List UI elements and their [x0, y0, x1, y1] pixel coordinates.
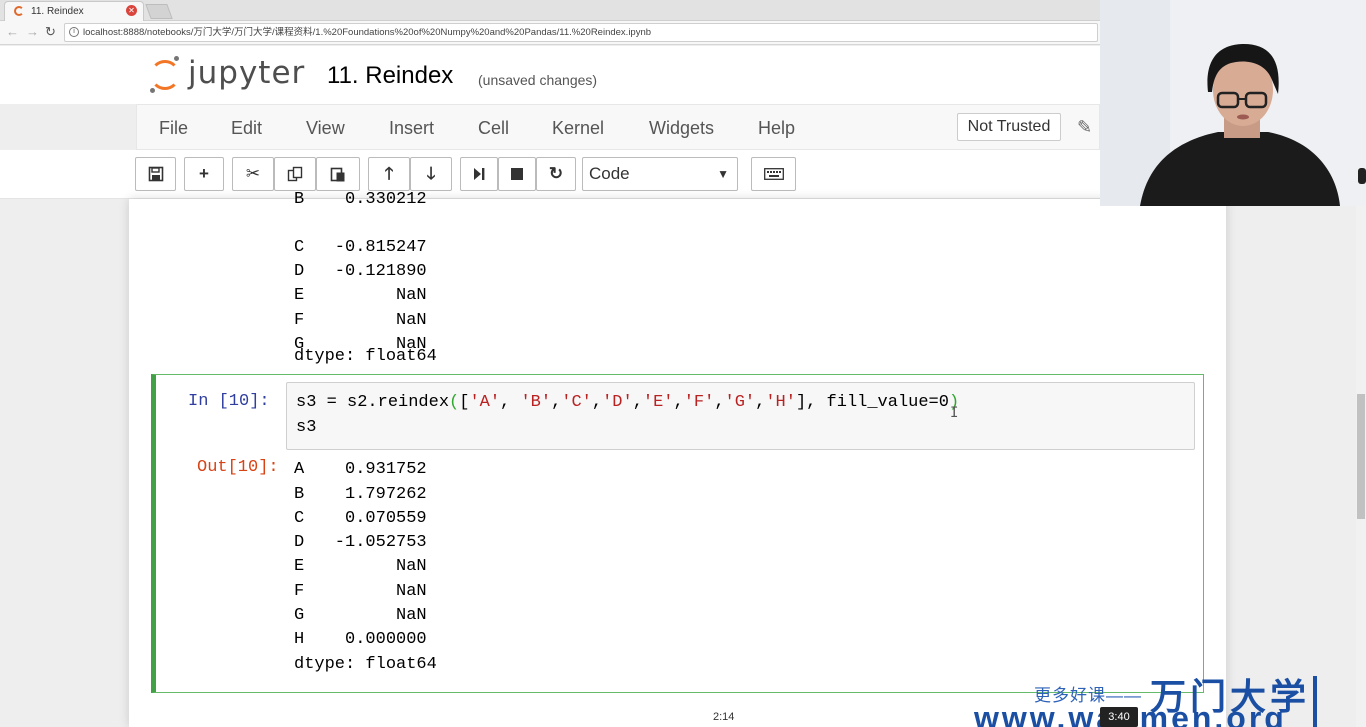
notebook-title[interactable]: 11. Reindex — [327, 62, 453, 90]
output-line: A 0.931752 — [294, 460, 427, 479]
command-palette-button[interactable] — [751, 157, 796, 191]
menu-edit[interactable]: Edit — [231, 118, 262, 139]
code-line-1: s3 = s2.reindex(['A', 'B','C','D','E','F… — [296, 393, 960, 412]
output-line: G NaN — [294, 606, 427, 625]
arrow-down-icon: 🡓 — [426, 164, 436, 183]
address-bar-row: ← → ↻ i localhost:8888/notebooks/万门大学/万门… — [0, 21, 1100, 45]
jupyter-logo-icon[interactable] — [148, 54, 182, 94]
stop-icon — [511, 168, 523, 180]
browser-tab[interactable]: 11. Reindex ✕ — [4, 1, 144, 21]
output-line: F NaN — [294, 311, 427, 330]
copy-button[interactable] — [274, 157, 316, 191]
jupyter-brand[interactable]: jupyter — [188, 55, 305, 91]
interrupt-button[interactable] — [498, 157, 536, 191]
scrollbar-thumb[interactable] — [1357, 394, 1365, 519]
output-line: C -0.815247 — [294, 238, 427, 257]
move-down-button[interactable]: 🡓 — [410, 157, 452, 191]
watermark-divider — [1313, 676, 1317, 727]
paste-icon — [330, 167, 345, 182]
text-cursor-icon: I — [950, 405, 959, 421]
output-line: H 0.000000 — [294, 630, 427, 649]
info-icon[interactable]: i — [69, 27, 79, 37]
not-trusted-button[interactable]: Not Trusted — [957, 113, 1061, 141]
output-line: F NaN — [294, 582, 427, 601]
input-prompt: In [10]: — [188, 392, 270, 411]
run-button[interactable] — [460, 157, 498, 191]
copy-icon — [287, 166, 303, 182]
edit-pencil-icon[interactable]: ✎ — [1077, 117, 1092, 138]
arrow-up-icon: 🡑 — [384, 164, 394, 183]
output-line: E NaN — [294, 286, 427, 305]
output-line: D -1.052753 — [294, 533, 427, 552]
toolbar: + ✂ 🡑 🡓 ↻ Code ▼ — [0, 150, 1100, 199]
jupyter-header: jupyter 11. Reindex (unsaved changes) — [0, 46, 1100, 104]
webcam-overlay — [1100, 0, 1366, 206]
video-current-time: 2:14 — [713, 711, 735, 723]
menubar: File Edit View Insert Cell Kernel Widget… — [136, 104, 1100, 150]
menu-view[interactable]: View — [306, 118, 345, 139]
menu-widgets[interactable]: Widgets — [649, 118, 714, 139]
cut-button[interactable]: ✂ — [232, 157, 274, 191]
output-prompt: Out[10]: — [197, 458, 279, 477]
output-line: C 0.070559 — [294, 509, 427, 528]
output-line: dtype: float64 — [294, 347, 437, 366]
save-status: (unsaved changes) — [478, 72, 598, 88]
menu-cell[interactable]: Cell — [478, 118, 509, 139]
cell-type-select[interactable]: Code ▼ — [582, 157, 738, 191]
presenter-illustration — [1100, 0, 1366, 206]
dropdown-caret-icon: ▼ — [717, 167, 729, 181]
menu-file[interactable]: File — [159, 118, 188, 139]
insert-cell-button[interactable]: + — [184, 157, 224, 191]
output-line: B 1.797262 — [294, 485, 427, 504]
paste-button[interactable] — [316, 157, 360, 191]
code-line-2: s3 — [296, 418, 317, 437]
output-line: D -0.121890 — [294, 262, 427, 281]
loading-spinner-icon — [14, 6, 24, 16]
forward-arrow-icon[interactable]: → — [26, 24, 39, 39]
browser-tab-bar: 11. Reindex ✕ — [0, 0, 1100, 21]
back-arrow-icon[interactable]: ← — [6, 24, 19, 39]
restart-icon: ↻ — [548, 164, 564, 183]
plus-icon: + — [199, 164, 209, 183]
output-line: dtype: float64 — [294, 655, 437, 674]
video-duration-badge: 3:40 — [1100, 707, 1138, 727]
reload-icon[interactable]: ↻ — [45, 24, 56, 40]
keyboard-icon — [763, 168, 784, 180]
url-field[interactable]: i localhost:8888/notebooks/万门大学/万门大学/课程资… — [64, 23, 1098, 42]
save-button[interactable] — [135, 157, 176, 191]
step-forward-icon — [474, 168, 485, 180]
restart-kernel-button[interactable]: ↻ — [536, 157, 576, 191]
output-line: B 0.330212 — [294, 190, 427, 209]
menu-insert[interactable]: Insert — [389, 118, 434, 139]
menu-kernel[interactable]: Kernel — [552, 118, 604, 139]
code-editor[interactable]: s3 = s2.reindex(['A', 'B','C','D','E','F… — [286, 382, 1195, 450]
new-tab-button[interactable] — [145, 4, 173, 19]
close-tab-icon[interactable]: ✕ — [126, 5, 137, 16]
move-up-button[interactable]: 🡑 — [368, 157, 410, 191]
cell-type-value: Code — [589, 164, 630, 183]
menu-help[interactable]: Help — [758, 118, 795, 139]
save-icon — [148, 166, 163, 182]
scissors-icon: ✂ — [245, 164, 261, 183]
output-line: E NaN — [294, 557, 427, 576]
tab-title: 11. Reindex — [31, 6, 84, 17]
url-text: localhost:8888/notebooks/万门大学/万门大学/课程资料/… — [83, 27, 652, 38]
